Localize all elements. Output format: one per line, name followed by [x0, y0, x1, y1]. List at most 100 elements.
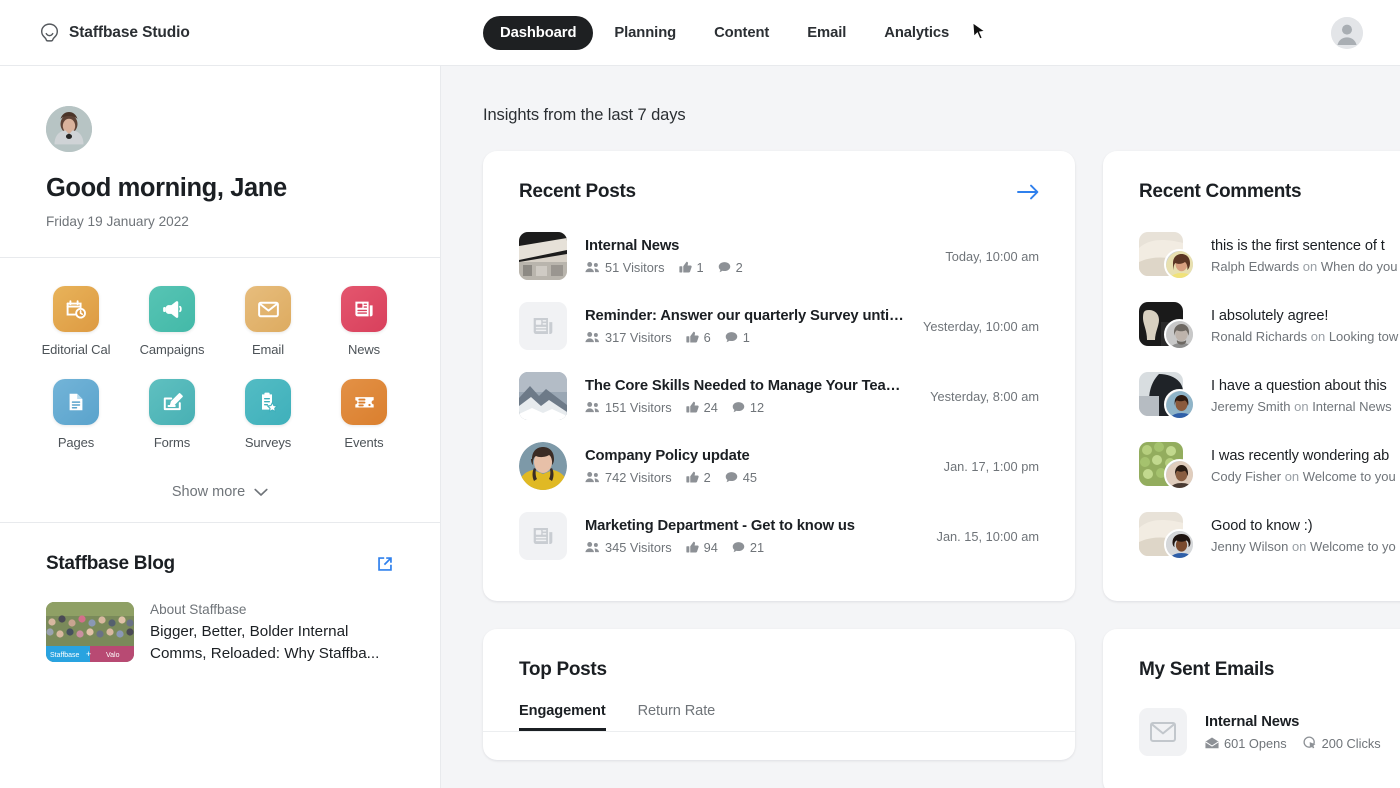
app-shortcuts: Editorial Cal Campaigns Email News Pages…	[0, 258, 440, 468]
comment-author: Jeremy Smith	[1211, 399, 1291, 414]
app-shortcut-pages[interactable]: Pages	[28, 379, 124, 450]
comment-text: I absolutely agree!	[1211, 308, 1329, 324]
app-shortcut-forms[interactable]: Forms	[124, 379, 220, 450]
insights-heading: Insights from the last 7 days	[483, 106, 686, 124]
app-shortcut-surveys[interactable]: Surveys	[220, 379, 316, 450]
visitors-count: 742 Visitors	[605, 469, 672, 485]
brand-name: Staffbase Studio	[69, 23, 190, 41]
main-content: Insights from the last 7 days Recent Pos…	[441, 66, 1400, 788]
comment-post-title: When do you	[1320, 259, 1398, 274]
user-avatar-icon[interactable]	[1331, 17, 1363, 49]
envelope-icon	[1139, 708, 1187, 756]
comment-post-title: Looking tow	[1328, 329, 1399, 344]
greeting-block: Good morning, Jane Friday 19 January 202…	[0, 66, 440, 257]
visitors-count: 345 Visitors	[605, 539, 672, 555]
thumbs-up-icon	[686, 401, 699, 413]
tab-content[interactable]: Content	[697, 16, 786, 50]
comment-on-word: on	[1291, 539, 1307, 554]
people-icon	[585, 332, 600, 343]
app-shortcut-label: News	[347, 342, 381, 357]
app-shortcut-events[interactable]: Events	[316, 379, 412, 450]
comment-bubble-icon	[732, 401, 745, 412]
blog-title: Staffbase Blog	[46, 553, 175, 574]
avatar	[1164, 459, 1195, 490]
form-pencil-icon	[149, 379, 195, 425]
thumbs-up-icon	[686, 471, 699, 483]
blog-article-item[interactable]: Staffbase + Valo About Staffbase Bigger,…	[46, 602, 394, 664]
recent-comments-card: Recent Comments this is the first senten…	[1103, 151, 1400, 601]
arrow-right-icon[interactable]	[1017, 184, 1039, 200]
opens-count: 601 Opens	[1224, 735, 1287, 751]
post-timestamp: Jan. 15, 10:00 am	[936, 528, 1039, 544]
sent-emails-list: Internal News 601 Opens 200 Clicks	[1103, 681, 1400, 788]
app-shortcut-label: Events	[344, 435, 384, 450]
list-item[interactable]: this is the first sentence of t Ralph Ed…	[1139, 221, 1400, 291]
comment-author: Cody Fisher	[1211, 469, 1282, 484]
comment-bubble-icon	[725, 331, 738, 342]
avatar	[1164, 319, 1195, 350]
top-cards-row: Recent Posts Internal News 51 Visitors 1…	[483, 151, 1400, 601]
main-nav-tabs: Dashboard Planning Content Email Analyti…	[483, 0, 966, 66]
tab-engagement[interactable]: Engagement	[519, 703, 606, 731]
staffbase-logo-icon	[40, 23, 59, 42]
post-visitors: 742 Visitors	[585, 470, 672, 485]
app-shortcut-label: Forms	[153, 435, 191, 450]
comments-count: 21	[749, 539, 765, 555]
comment-media	[1139, 372, 1195, 420]
post-timestamp: Yesterday, 10:00 am	[923, 318, 1039, 334]
post-comments: 2	[718, 260, 743, 275]
show-more-button[interactable]: Show more	[0, 468, 440, 522]
post-visitors: 51 Visitors	[585, 260, 665, 275]
ticket-icon	[341, 379, 387, 425]
post-timestamp: Jan. 17, 1:00 pm	[943, 458, 1039, 474]
blog-kicker: About Staffbase	[150, 602, 247, 617]
app-shortcut-news[interactable]: News	[316, 286, 412, 357]
comment-subline: Cody Fisher on Welcome to you	[1211, 469, 1396, 484]
clicks-count: 200 Clicks	[1321, 735, 1381, 751]
comment-on-word: on	[1284, 469, 1300, 484]
list-item[interactable]: Good to know :) Jenny Wilson on Welcome …	[1139, 501, 1400, 571]
external-link-icon[interactable]	[376, 555, 394, 573]
post-comments: 45	[725, 470, 757, 485]
post-title: Marketing Department - Get to know us	[585, 517, 855, 534]
list-item[interactable]: Internal News 601 Opens 200 Clicks	[1139, 699, 1400, 765]
likes-count: 2	[703, 469, 711, 485]
svg-text:Staffbase: Staffbase	[50, 652, 80, 659]
post-likes: 24	[686, 400, 718, 415]
tab-email[interactable]: Email	[790, 16, 863, 50]
recent-comments-list: this is the first sentence of t Ralph Ed…	[1103, 203, 1400, 601]
comments-count: 2	[735, 259, 743, 275]
tab-planning[interactable]: Planning	[597, 16, 693, 50]
list-item[interactable]: I have a question about this Jeremy Smit…	[1139, 361, 1400, 431]
list-item[interactable]: I absolutely agree! Ronald Richards on L…	[1139, 291, 1400, 361]
comment-on-word: on	[1294, 399, 1309, 414]
comment-text: I have a question about this	[1211, 378, 1387, 394]
brand-logo[interactable]: Staffbase Studio	[40, 23, 190, 42]
avatar[interactable]	[46, 106, 92, 152]
comment-subline: Ralph Edwards on When do you	[1211, 259, 1397, 274]
comment-subline: Jenny Wilson on Welcome to yo	[1211, 539, 1396, 554]
list-item[interactable]: I was recently wondering ab Cody Fisher …	[1139, 431, 1400, 501]
tab-dashboard[interactable]: Dashboard	[483, 16, 594, 50]
tab-analytics[interactable]: Analytics	[867, 16, 966, 50]
comments-count: 1	[742, 329, 750, 345]
recent-posts-card: Recent Posts Internal News 51 Visitors 1…	[483, 151, 1075, 601]
post-thumbnail	[519, 232, 567, 280]
table-row[interactable]: Internal News 51 Visitors 1 2 Today, 10:…	[519, 221, 1039, 291]
table-row[interactable]: Company Policy update 742 Visitors 2 45 …	[519, 431, 1039, 501]
app-shortcut-campaigns[interactable]: Campaigns	[124, 286, 220, 357]
bottom-cards-row: Top Posts Engagement Return Rate My Sent…	[483, 629, 1400, 788]
tab-return-rate[interactable]: Return Rate	[638, 703, 716, 731]
people-icon	[585, 472, 600, 483]
post-timestamp: Today, 10:00 am	[945, 248, 1039, 264]
table-row[interactable]: Reminder: Answer our quarterly Survey un…	[519, 291, 1039, 361]
top-posts-card: Top Posts Engagement Return Rate	[483, 629, 1075, 760]
comment-bubble-icon	[732, 541, 745, 552]
table-row[interactable]: Marketing Department - Get to know us 34…	[519, 501, 1039, 571]
table-row[interactable]: The Core Skills Needed to Manage Your Te…	[519, 361, 1039, 431]
likes-count: 94	[703, 539, 718, 555]
show-more-label: Show more	[171, 484, 246, 500]
app-shortcut-editorial-cal[interactable]: Editorial Cal	[28, 286, 124, 357]
megaphone-icon	[149, 286, 195, 332]
app-shortcut-email[interactable]: Email	[220, 286, 316, 357]
